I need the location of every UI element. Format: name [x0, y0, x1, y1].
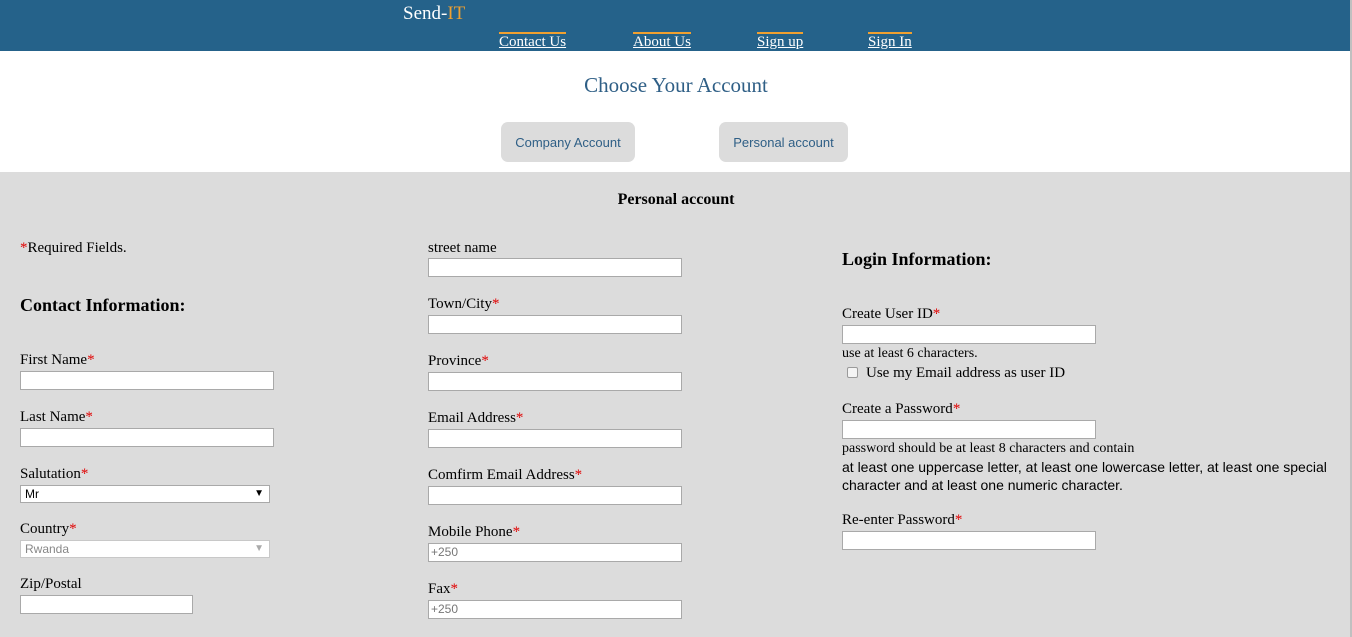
password-hint-line1: password should be at least 8 characters…: [842, 441, 1135, 456]
country-select: Rwanda ▼: [20, 540, 270, 558]
zip-input[interactable]: [20, 595, 193, 614]
confirm-email-label-text: Comfirm Email Address: [428, 467, 575, 483]
salutation-label: Salutation*: [20, 466, 88, 483]
brand-name-part1: Send-: [403, 3, 448, 24]
reenter-password-input[interactable]: [842, 531, 1096, 550]
country-selected-value: Rwanda: [25, 542, 70, 556]
required-fields-note: *Required Fields.: [20, 240, 127, 257]
required-asterisk: *: [954, 512, 963, 528]
create-password-label-text: Create a Password: [842, 401, 953, 417]
dropdown-arrow-icon: ▼: [254, 543, 264, 554]
fax-input[interactable]: +250: [428, 600, 682, 619]
mobile-phone-label-text: Mobile Phone: [428, 524, 513, 540]
salutation-selected-value: Mr: [25, 487, 39, 501]
town-city-label-text: Town/City: [428, 296, 492, 312]
contact-information-heading: Contact Information:: [20, 295, 186, 315]
email-input[interactable]: [428, 429, 682, 448]
country-label-text: Country: [20, 521, 70, 537]
email-label-text: Email Address: [428, 410, 516, 426]
create-user-id-label: Create User ID*: [842, 306, 940, 323]
town-city-label: Town/City*: [428, 296, 499, 313]
account-chooser: [0, 51, 1352, 172]
street-name-label: street name: [428, 240, 497, 256]
form-title: Personal account: [617, 191, 735, 208]
create-password-input[interactable]: [842, 420, 1096, 439]
required-asterisk: *: [80, 466, 89, 482]
required-asterisk: *: [450, 581, 459, 597]
brand-name-part2: IT: [447, 3, 466, 24]
first-name-input[interactable]: [20, 371, 274, 390]
personal-account-button[interactable]: Personal account: [719, 122, 848, 162]
first-name-label: First Name*: [20, 352, 95, 369]
required-fields-text: Required Fields.: [27, 240, 127, 256]
required-asterisk: *: [952, 401, 961, 417]
company-account-button[interactable]: Company Account: [501, 122, 635, 162]
create-password-label: Create a Password*: [842, 401, 960, 418]
required-asterisk: *: [932, 306, 941, 322]
salutation-select[interactable]: Mr ▼: [20, 485, 270, 503]
first-name-label-text: First Name: [20, 352, 88, 368]
zip-label: Zip/Postal: [20, 576, 82, 592]
create-user-id-input[interactable]: [842, 325, 1096, 344]
nav-signup-link[interactable]: Sign up: [757, 32, 804, 50]
required-asterisk: *: [481, 353, 489, 369]
province-label-text: Province: [428, 353, 482, 369]
required-asterisk: *: [87, 352, 95, 368]
use-email-checkbox[interactable]: [847, 367, 858, 378]
required-asterisk: *: [512, 524, 521, 540]
confirm-email-label: Comfirm Email Address*: [428, 467, 582, 484]
reenter-password-label-text: Re-enter Password: [842, 512, 955, 528]
fax-label-text: Fax: [428, 581, 451, 597]
use-email-label: Use my Email address as user ID: [866, 365, 1066, 381]
salutation-label-text: Salutation: [20, 466, 81, 482]
confirm-email-input[interactable]: [428, 486, 682, 505]
password-hint-line2: at least one uppercase letter, at least …: [842, 459, 1327, 493]
mobile-phone-label: Mobile Phone*: [428, 524, 520, 541]
user-id-hint: use at least 6 characters.: [842, 346, 978, 361]
required-asterisk: *: [20, 240, 28, 256]
country-label: Country*: [20, 521, 77, 538]
required-asterisk: *: [515, 410, 524, 426]
fax-label: Fax*: [428, 581, 458, 598]
last-name-label-text: Last Name: [20, 409, 86, 425]
province-label: Province*: [428, 353, 489, 370]
required-asterisk: *: [69, 521, 77, 537]
reenter-password-label: Re-enter Password*: [842, 512, 962, 529]
email-label: Email Address*: [428, 410, 523, 427]
mobile-phone-input[interactable]: +250: [428, 543, 682, 562]
required-asterisk: *: [574, 467, 583, 483]
last-name-label: Last Name*: [20, 409, 93, 426]
town-city-input[interactable]: [428, 315, 682, 334]
required-asterisk: *: [491, 296, 500, 312]
top-navigation-bar: Send-IT Contact Us About Us Sign up Sign…: [0, 0, 1352, 51]
required-asterisk: *: [85, 409, 93, 425]
nav-signin-link[interactable]: Sign In: [868, 32, 912, 50]
choose-account-title: Choose Your Account: [584, 73, 768, 97]
street-name-input[interactable]: [428, 258, 682, 277]
nav-contact-link[interactable]: Contact Us: [499, 32, 567, 50]
dropdown-arrow-icon: ▼: [254, 488, 264, 499]
login-information-heading: Login Information:: [842, 249, 992, 269]
nav-about-link[interactable]: About Us: [633, 32, 691, 50]
create-user-id-label-text: Create User ID: [842, 306, 933, 322]
province-input[interactable]: [428, 372, 682, 391]
brand-logo[interactable]: Send-IT: [403, 3, 465, 25]
last-name-input[interactable]: [20, 428, 274, 447]
